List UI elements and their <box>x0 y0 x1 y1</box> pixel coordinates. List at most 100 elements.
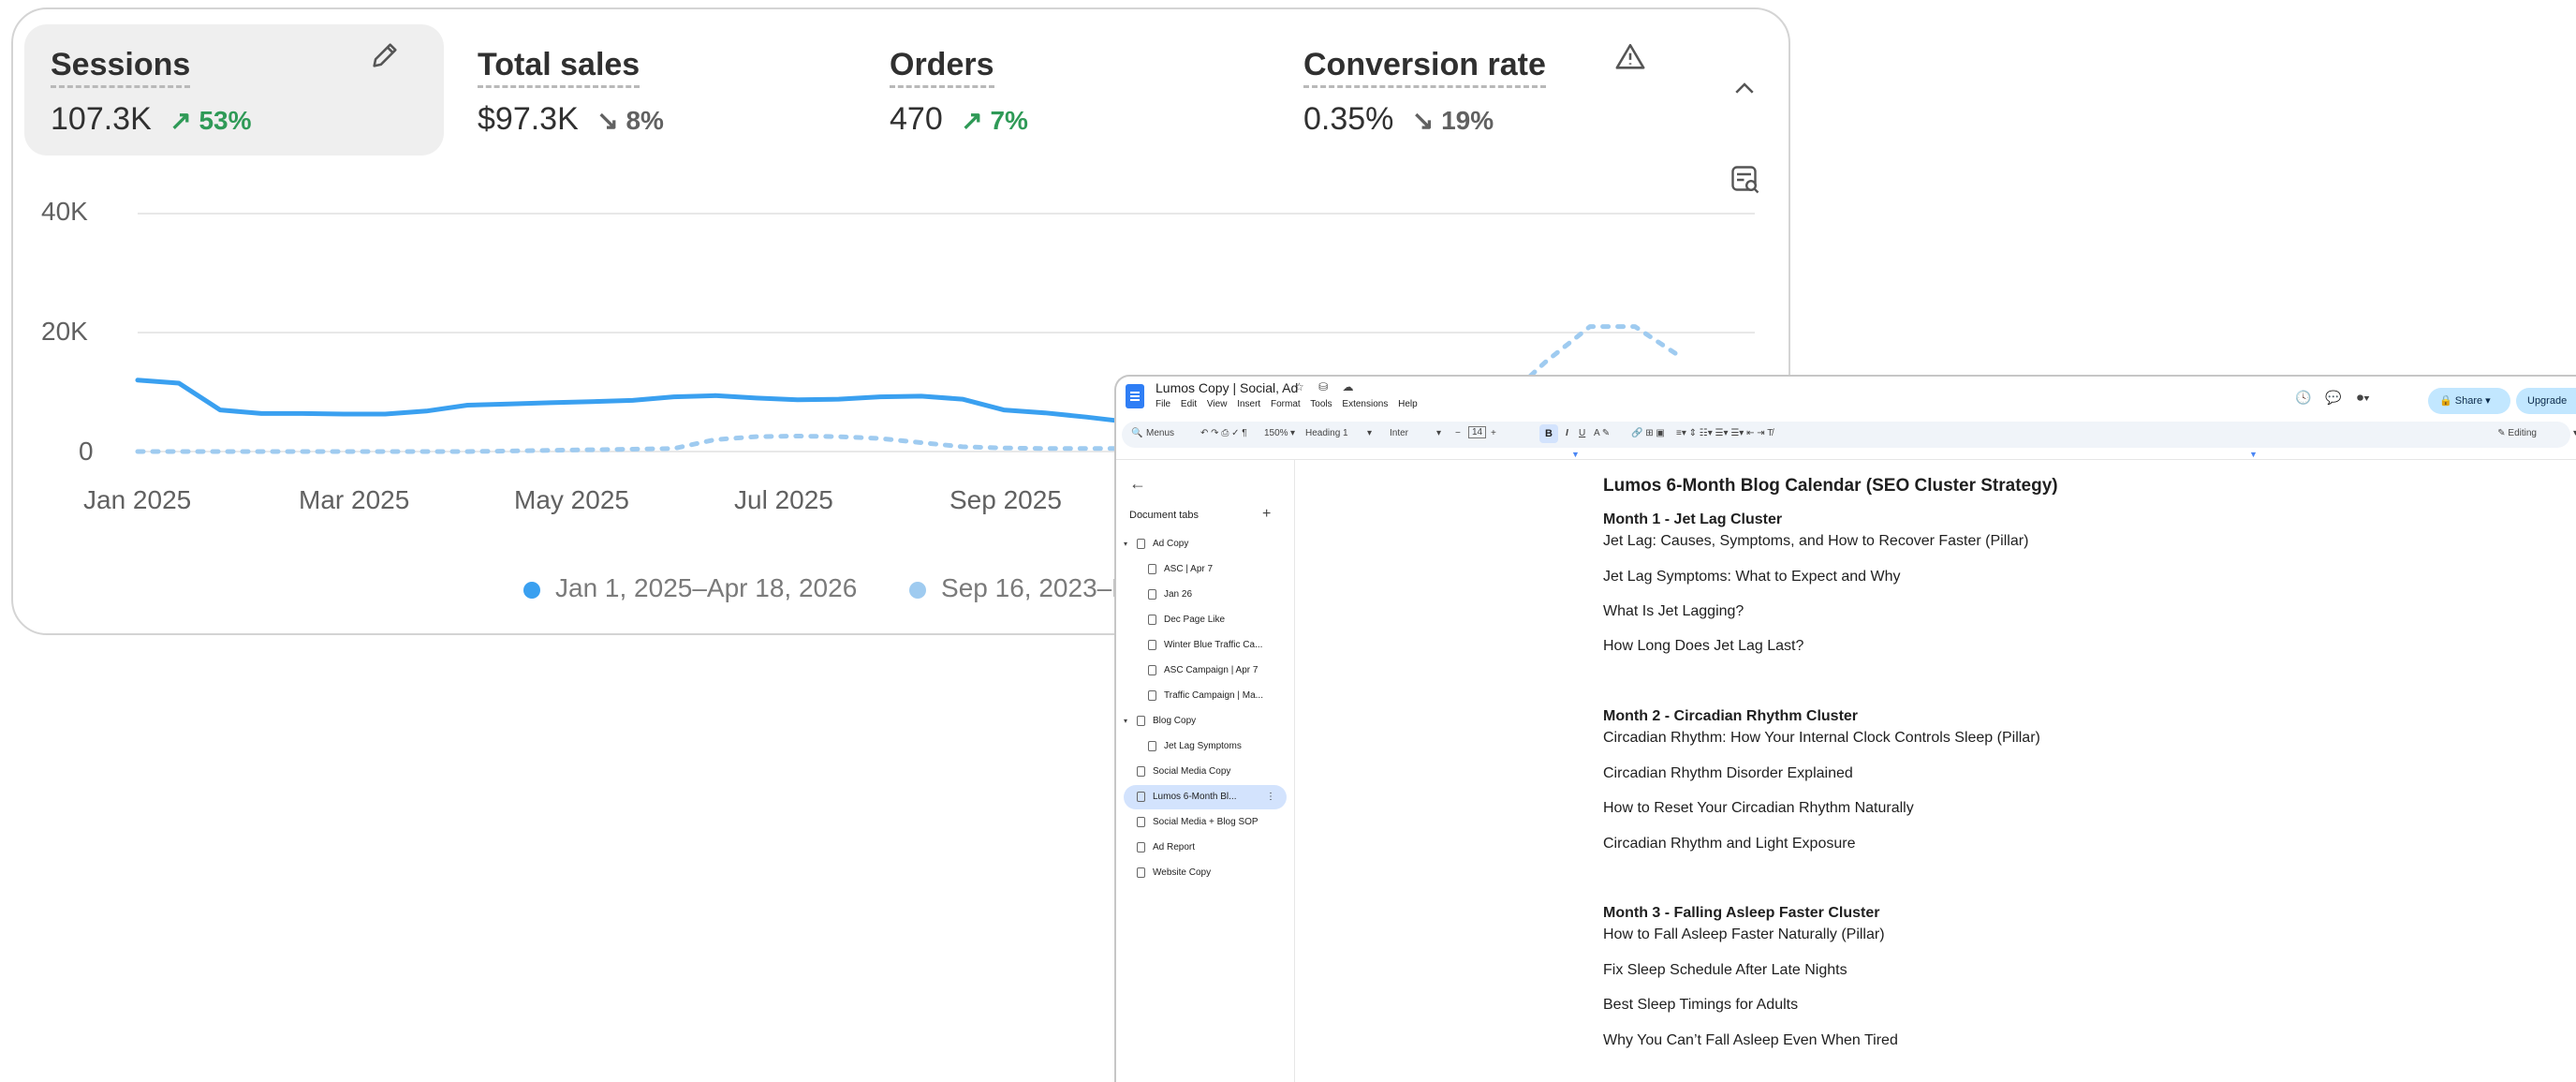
menu-file[interactable]: File <box>1156 399 1170 409</box>
zoom-select[interactable]: 150% <box>1264 428 1288 438</box>
tab-jet-lag-symptoms[interactable]: Jet Lag Symptoms <box>1148 734 1242 759</box>
tab-social-media-copy[interactable]: Social Media Copy <box>1137 760 1230 784</box>
doc-tab-icon <box>1137 765 1145 777</box>
editing-mode-select[interactable]: ✎ Editing <box>2497 428 2537 438</box>
tab-dec-page-like[interactable]: Dec Page Like <box>1148 608 1225 632</box>
legend-item[interactable]: Sep 16, 2023–D <box>909 573 1130 603</box>
ruler-right-indent-marker[interactable]: ▼ <box>2249 450 2258 459</box>
font-size-decrease-icon[interactable]: − <box>1455 428 1461 438</box>
x-tick-label: Sep 2025 <box>949 485 1062 514</box>
x-tick-label: Jan 2025 <box>83 485 192 514</box>
legend-dot <box>523 581 540 599</box>
history-icon[interactable]: 🕓 <box>2295 390 2311 406</box>
ruler[interactable]: ▼ ▼ <box>1116 450 2576 460</box>
legend-item[interactable]: Jan 1, 2025–Apr 18, 2026 <box>523 573 857 603</box>
docs-logo-icon[interactable] <box>1126 384 1144 408</box>
back-arrow-icon[interactable]: ← <box>1129 474 1146 494</box>
chevron-down-icon[interactable]: ▾ <box>1124 532 1133 556</box>
tab-ad-copy[interactable]: ▾ Ad Copy <box>1124 532 1188 556</box>
doc-line: Circadian Rhythm: How Your Internal Cloc… <box>1603 730 2040 746</box>
month-heading: Month 3 - Falling Asleep Faster Cluster <box>1603 905 1880 921</box>
font-select[interactable]: Inter <box>1390 428 1408 438</box>
legend-dot <box>909 581 927 599</box>
month-heading: Month 1 - Jet Lag Cluster <box>1603 511 1783 527</box>
doc-title[interactable]: Lumos Copy | Social, Ad <box>1156 380 1298 395</box>
more-options-icon[interactable]: ⋮ <box>1266 785 1275 809</box>
document-tabs-sidebar: ← Document tabs + ▾ Ad Copy ASC | Apr 7 J… <box>1116 459 1295 1082</box>
menu-edit[interactable]: Edit <box>1181 399 1197 409</box>
star-move-cloud-icons[interactable]: ☆ ⛁ ☁ <box>1294 380 1359 393</box>
doc-tab-icon <box>1137 791 1145 802</box>
menu-insert[interactable]: Insert <box>1237 399 1260 409</box>
style-select[interactable]: Heading 1 <box>1305 428 1348 438</box>
chevron-down-icon: ▾ <box>1367 428 1373 438</box>
ruler-left-indent-marker[interactable]: ▼ <box>1571 450 1580 459</box>
x-tick-label: Mar 2025 <box>299 485 410 514</box>
doc-heading: Lumos 6-Month Blog Calendar (SEO Cluster… <box>1603 476 2058 496</box>
chevron-down-icon: ▾ <box>1290 428 1296 438</box>
doc-line: Fix Sleep Schedule After Late Nights <box>1603 962 1847 978</box>
doc-line: How to Reset Your Circadian Rhythm Natur… <box>1603 800 1914 816</box>
doc-tab-icon <box>1137 841 1145 852</box>
doc-tab-icon <box>1148 664 1156 675</box>
x-tick-label: May 2025 <box>514 485 629 514</box>
doc-tab-icon <box>1137 538 1145 549</box>
tab-asc-apr-7[interactable]: ASC | Apr 7 <box>1148 557 1213 582</box>
menu-format[interactable]: Format <box>1271 399 1301 409</box>
menu-extensions[interactable]: Extensions <box>1342 399 1388 409</box>
search-menus[interactable]: Menus <box>1146 428 1174 438</box>
chart-legend: Jan 1, 2025–Apr 18, 2026 Sep 16, 2023–D <box>523 573 1175 603</box>
doc-tab-icon <box>1148 639 1156 650</box>
font-size-increase-icon[interactable]: + <box>1491 428 1496 438</box>
document-tabs-header: Document tabs <box>1129 510 1199 521</box>
tab-ad-report[interactable]: Ad Report <box>1137 836 1195 860</box>
menu-bar: File Edit View Insert Format Tools Exten… <box>1156 399 1425 409</box>
doc-line: How to Fall Asleep Faster Naturally (Pil… <box>1603 926 1885 942</box>
align-list-indent-icons[interactable]: ≡▾ ⇕ ☷▾ ☰▾ ☰▾ ⇤ ⇥ T̸ <box>1676 428 1773 438</box>
share-button[interactable]: 🔒 Share ▾ <box>2428 388 2510 414</box>
link-comment-image-icons[interactable]: 🔗 ⊞ ▣ <box>1631 428 1665 438</box>
text-color-icon[interactable]: A ✎ <box>1594 428 1610 438</box>
comment-icon[interactable]: 💬 <box>2325 390 2341 406</box>
docs-titlebar: Lumos Copy | Social, Ad ☆ ⛁ ☁ File Edit … <box>1116 377 2576 422</box>
tab-winter-blue-traffic[interactable]: Winter Blue Traffic Ca... <box>1148 633 1262 658</box>
tab-asc-campaign[interactable]: ASC Campaign | Apr 7 <box>1148 659 1258 683</box>
menu-view[interactable]: View <box>1207 399 1228 409</box>
bold-icon[interactable]: B <box>1539 424 1558 443</box>
italic-icon[interactable]: I <box>1566 428 1568 438</box>
undo-redo-print-icons[interactable]: ↶ ↷ ⎙ ✓ ¶ <box>1200 428 1247 438</box>
month-heading: Month 2 - Circadian Rhythm Cluster <box>1603 708 1859 724</box>
doc-tab-icon <box>1148 689 1156 701</box>
docs-window: Lumos Copy | Social, Ad ☆ ⛁ ☁ File Edit … <box>1114 375 2576 1082</box>
search-menus-icon[interactable]: 🔍 <box>1131 428 1142 438</box>
add-tab-icon[interactable]: + <box>1262 506 1271 523</box>
chevron-down-icon: ▾ <box>1436 428 1442 438</box>
tab-traffic-campaign[interactable]: Traffic Campaign | Ma... <box>1148 684 1263 708</box>
doc-tab-icon <box>1148 563 1156 574</box>
tab-jan-26[interactable]: Jan 26 <box>1148 583 1192 607</box>
menu-help[interactable]: Help <box>1398 399 1418 409</box>
doc-line: Jet Lag Symptoms: What to Expect and Why <box>1603 569 1901 585</box>
x-tick-label: Jul 2025 <box>734 485 833 514</box>
docs-toolbar: 🔍 Menus ↶ ↷ ⎙ ✓ ¶ 150% ▾ Heading 1 ▾ Int… <box>1122 422 2576 448</box>
doc-tab-icon <box>1137 715 1145 726</box>
font-size-input[interactable]: 14 <box>1468 426 1487 438</box>
doc-line: Best Sleep Timings for Adults <box>1603 997 1799 1013</box>
tab-lumos-6-month-blog[interactable]: Lumos 6-Month Bl... ⋮ <box>1124 785 1287 809</box>
tab-blog-copy[interactable]: ▾ Blog Copy <box>1124 709 1196 734</box>
series-line-1 <box>135 434 1130 454</box>
upgrade-button[interactable]: Upgrade <box>2516 388 2576 414</box>
doc-tab-icon <box>1148 614 1156 625</box>
doc-line: How Long Does Jet Lag Last? <box>1603 638 1804 654</box>
doc-line: Circadian Rhythm Disorder Explained <box>1603 765 1853 781</box>
doc-tab-icon <box>1137 867 1145 878</box>
tab-website-copy[interactable]: Website Copy <box>1137 861 1211 885</box>
tab-social-media-blog-sop[interactable]: Social Media + Blog SOP <box>1137 810 1259 835</box>
chevron-down-icon[interactable]: ▾ <box>1124 709 1133 734</box>
doc-line: Circadian Rhythm and Light Exposure <box>1603 836 1856 852</box>
meet-icon[interactable]: ⏺▾ <box>2357 390 2370 406</box>
doc-tab-icon <box>1148 740 1156 751</box>
menu-tools[interactable]: Tools <box>1310 399 1332 409</box>
doc-line: What Is Jet Lagging? <box>1603 603 1744 619</box>
underline-icon[interactable]: U <box>1579 428 1585 438</box>
